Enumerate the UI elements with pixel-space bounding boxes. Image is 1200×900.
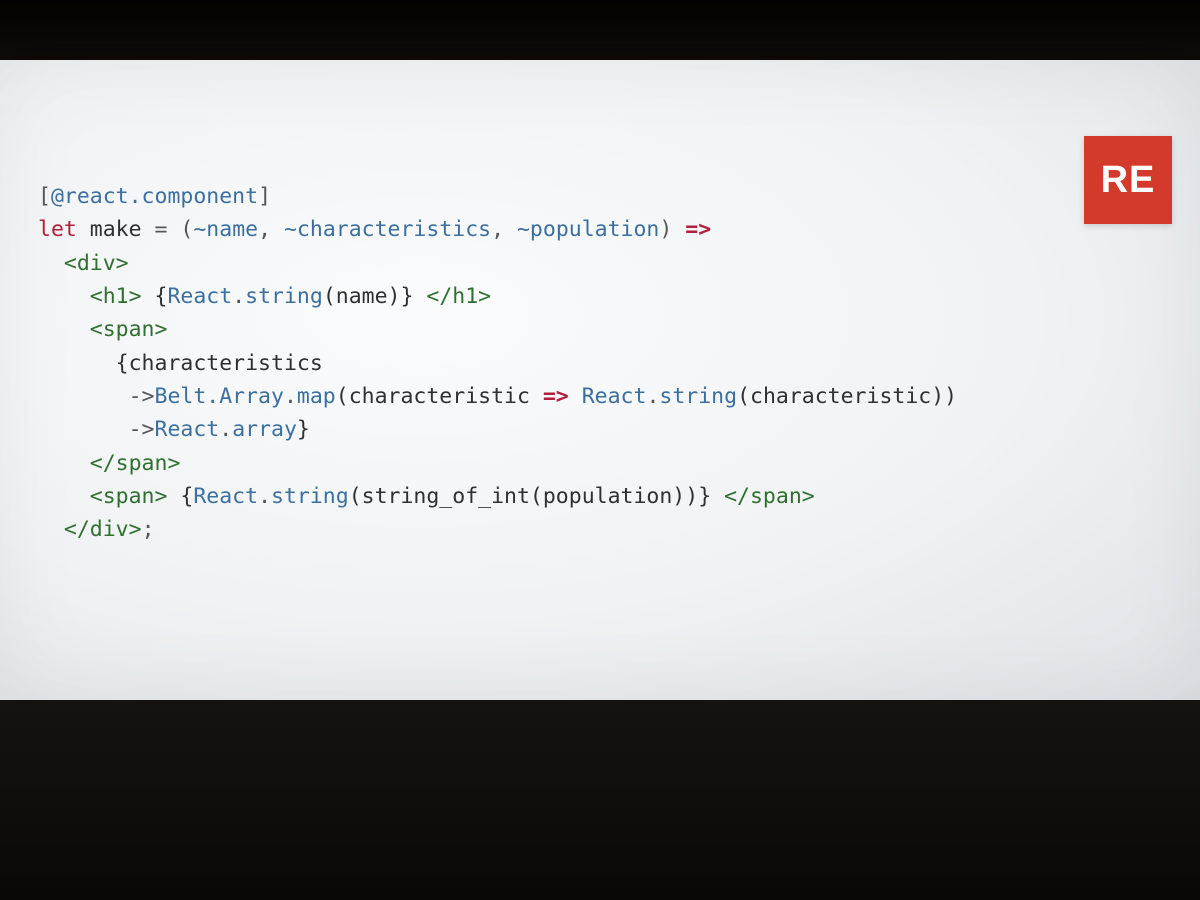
code-line-4: <h1> {React.string(name)} </h1> — [38, 284, 491, 309]
code-line-10: <span> {React.string(string_of_int(popul… — [38, 484, 815, 509]
code-line-2: let make = (~name, ~characteristics, ~po… — [38, 217, 711, 242]
logo-text: RE — [1101, 159, 1156, 202]
code-line-3: <div> — [38, 251, 129, 276]
code-line-7: ->Belt.Array.map(characteristic => React… — [38, 384, 957, 409]
code-line-6: {characteristics — [38, 351, 323, 376]
code-line-8: ->React.array} — [38, 417, 310, 442]
ceiling-shadow — [0, 0, 1200, 60]
code-line-9: </span> — [38, 451, 180, 476]
projector-screen: RE [@react.component] let make = (~name,… — [0, 60, 1200, 700]
reasonml-logo: RE — [1084, 136, 1172, 224]
code-line-1: [@react.component] — [38, 184, 271, 209]
code-slide: [@react.component] let make = (~name, ~c… — [38, 180, 957, 546]
code-line-5: <span> — [38, 317, 167, 342]
room-backdrop: RE [@react.component] let make = (~name,… — [0, 0, 1200, 900]
code-line-11: </div>; — [38, 517, 155, 542]
room-lower-area — [0, 700, 1200, 900]
